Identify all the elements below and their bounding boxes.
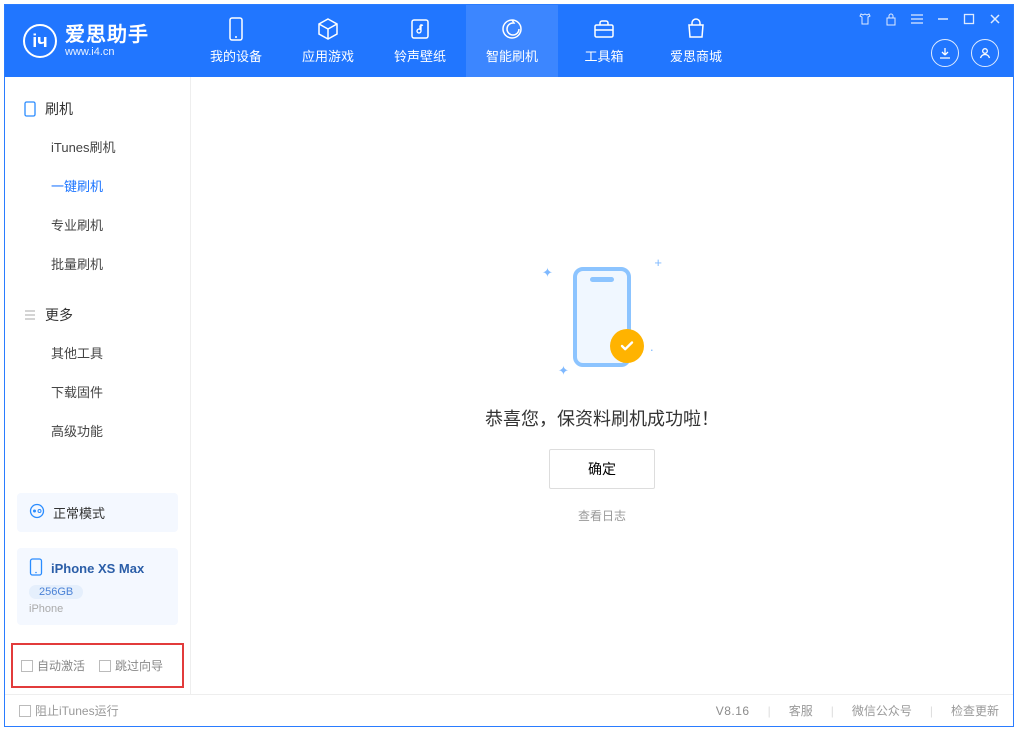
ok-button[interactable]: 确定 [549, 449, 655, 489]
nav-tabs: 我的设备 应用游戏 铃声壁纸 智能刷机 工具箱 爱思商城 [190, 5, 742, 77]
device-icon [29, 558, 43, 579]
lock-icon[interactable] [883, 11, 899, 27]
success-illustration: ✦ + ✦ · [532, 247, 672, 387]
version-label: V8.16 [716, 704, 750, 718]
mode-icon [29, 503, 45, 522]
sidebar-item-batch-flash[interactable]: 批量刷机 [5, 244, 190, 283]
minimize-button[interactable] [935, 11, 951, 27]
menu-lines-icon [23, 308, 37, 322]
wechat-link[interactable]: 微信公众号 [852, 702, 912, 719]
view-log-link[interactable]: 查看日志 [578, 507, 626, 524]
nav-ringtones[interactable]: 铃声壁纸 [374, 5, 466, 77]
footer: 阻止iTunes运行 V8.16 | 客服 | 微信公众号 | 检查更新 [5, 694, 1013, 726]
nav-apps-games[interactable]: 应用游戏 [282, 5, 374, 77]
body: 刷机 iTunes刷机 一键刷机 专业刷机 批量刷机 更多 其他工具 下载固件 … [5, 77, 1013, 694]
checkbox-skip-guide[interactable]: 跳过向导 [99, 657, 163, 674]
device-card[interactable]: iPhone XS Max 256GB iPhone [17, 548, 178, 625]
sparkle-icon: ✦ [542, 265, 553, 281]
nav-flash[interactable]: 智能刷机 [466, 5, 558, 77]
user-button[interactable] [971, 39, 999, 67]
checkmark-badge-icon [610, 329, 644, 363]
checkbox-auto-activate[interactable]: 自动激活 [21, 657, 85, 674]
support-link[interactable]: 客服 [789, 702, 813, 719]
close-button[interactable] [987, 11, 1003, 27]
device-type: iPhone [29, 603, 63, 615]
nav-store[interactable]: 爱思商城 [650, 5, 742, 77]
bag-icon [684, 17, 708, 41]
nav-my-device[interactable]: 我的设备 [190, 5, 282, 77]
window-controls [857, 11, 1003, 27]
toolbox-icon [592, 17, 616, 41]
refresh-icon [500, 17, 524, 41]
phone-outline-icon [23, 102, 37, 116]
sparkle-icon: · [650, 342, 654, 357]
sidebar-section-flash: 刷机 [5, 91, 190, 127]
app-title: 爱思助手 [65, 24, 149, 46]
options-box: 自动激活 跳过向导 [11, 643, 184, 688]
check-update-link[interactable]: 检查更新 [951, 702, 999, 719]
sidebar-item-download-firmware[interactable]: 下载固件 [5, 372, 190, 411]
sidebar-item-pro-flash[interactable]: 专业刷机 [5, 205, 190, 244]
download-button[interactable] [931, 39, 959, 67]
device-storage: 256GB [29, 585, 83, 599]
sparkle-icon: + [654, 255, 662, 270]
sidebar: 刷机 iTunes刷机 一键刷机 专业刷机 批量刷机 更多 其他工具 下载固件 … [5, 77, 191, 694]
sidebar-item-itunes-flash[interactable]: iTunes刷机 [5, 127, 190, 166]
app-window: iч 爱思助手 www.i4.cn 我的设备 应用游戏 铃声壁纸 智能刷机 工具… [4, 4, 1014, 727]
menu-icon[interactable] [909, 11, 925, 27]
mode-card[interactable]: 正常模式 [17, 493, 178, 532]
header-actions [931, 39, 999, 67]
checkbox-block-itunes[interactable]: 阻止iTunes运行 [19, 702, 119, 719]
sidebar-item-advanced[interactable]: 高级功能 [5, 411, 190, 450]
sparkle-icon: ✦ [558, 363, 569, 379]
cube-icon [316, 17, 340, 41]
logo: iч 爱思助手 www.i4.cn [5, 5, 190, 77]
app-subtitle: www.i4.cn [65, 46, 149, 58]
phone-icon [224, 17, 248, 41]
success-message: 恭喜您，保资料刷机成功啦！ [485, 405, 719, 431]
maximize-button[interactable] [961, 11, 977, 27]
music-icon [408, 17, 432, 41]
device-name: iPhone XS Max [51, 561, 144, 576]
nav-toolbox[interactable]: 工具箱 [558, 5, 650, 77]
logo-icon: iч [23, 24, 57, 58]
header: iч 爱思助手 www.i4.cn 我的设备 应用游戏 铃声壁纸 智能刷机 工具… [5, 5, 1013, 77]
shirt-icon[interactable] [857, 11, 873, 27]
sidebar-item-other-tools[interactable]: 其他工具 [5, 333, 190, 372]
sidebar-item-oneclick-flash[interactable]: 一键刷机 [5, 166, 190, 205]
sidebar-section-more: 更多 [5, 297, 190, 333]
main-content: ✦ + ✦ · 恭喜您，保资料刷机成功啦！ 确定 查看日志 [191, 77, 1013, 694]
